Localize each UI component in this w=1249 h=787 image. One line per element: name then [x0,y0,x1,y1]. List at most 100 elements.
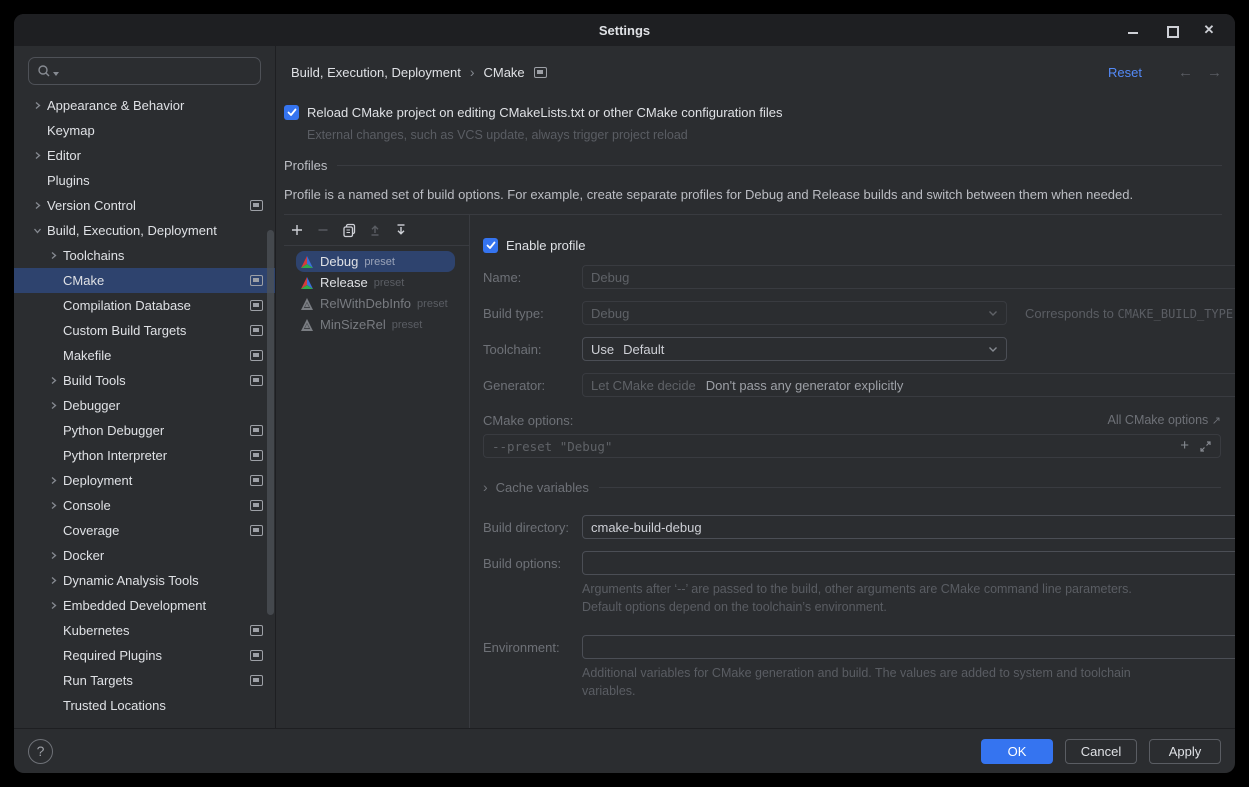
chevron-right-icon[interactable] [45,376,61,385]
sidebar-item-compilation-database[interactable]: Compilation Database [14,293,275,318]
section-divider [599,487,1221,488]
remove-profile-button[interactable] [315,222,331,238]
profile-item-minsizerel[interactable]: MinSizeRelpreset [296,314,455,335]
enable-profile-row: Enable profile [483,237,1235,253]
sidebar-item-required-plugins[interactable]: Required Plugins [14,643,275,668]
profile-item-release[interactable]: Releasepreset [296,272,455,293]
close-icon[interactable]: ✕ [1203,24,1215,36]
sidebar-item-embedded-development[interactable]: Embedded Development [14,593,275,618]
move-down-button[interactable] [393,222,409,238]
sidebar-item-python-interpreter[interactable]: Python Interpreter [14,443,275,468]
titlebar[interactable]: Settings ✕ [14,14,1235,46]
chevron-right-icon[interactable] [29,101,45,110]
window-icon [250,450,263,461]
sidebar-item-cmake[interactable]: CMake [14,268,275,293]
sidebar-item-editor[interactable]: Editor [14,143,275,168]
maximize-icon[interactable] [1165,24,1177,36]
chevron-right-icon[interactable] [45,601,61,610]
sidebar-item-trusted-locations[interactable]: Trusted Locations [14,693,275,718]
sidebar-item-toolchains[interactable]: Toolchains [14,243,275,268]
generator-select[interactable]: Let CMake decide Don't pass any generato… [582,373,1235,397]
sidebar-item-makefile[interactable]: Makefile [14,343,275,368]
sidebar-item-docker[interactable]: Docker [14,543,275,568]
generator-mode: Let CMake decide [591,378,696,393]
sidebar-item-version-control[interactable]: Version Control [14,193,275,218]
sidebar-item-label: Custom Build Targets [63,323,186,338]
help-button[interactable]: ? [28,739,53,764]
build-options-hint: Arguments after ‘--’ are passed to the b… [582,580,1182,616]
move-up-button[interactable] [367,222,383,238]
cmake-logo-icon [300,297,314,311]
settings-sidebar: Appearance & BehaviorKeymapEditorPlugins… [14,46,276,728]
cache-variables-section[interactable]: › Cache variables [483,479,1221,495]
environment-field[interactable] [582,635,1235,659]
chevron-down-icon[interactable] [29,226,45,235]
cancel-button[interactable]: Cancel [1065,739,1137,764]
chevron-right-icon[interactable]: › [483,479,488,495]
sidebar-item-label: Debugger [63,398,120,413]
breadcrumb: Build, Execution, Deployment › CMake Res… [291,62,1222,82]
sidebar-item-python-debugger[interactable]: Python Debugger [14,418,275,443]
sidebar-item-keymap[interactable]: Keymap [14,118,275,143]
profile-item-debug[interactable]: Debugpreset [296,251,455,272]
sidebar-item-label: Dynamic Analysis Tools [63,573,199,588]
sidebar-item-plugins[interactable]: Plugins [14,168,275,193]
add-option-icon[interactable]: + [1180,439,1189,453]
forward-arrow-icon[interactable]: → [1207,64,1222,81]
all-cmake-options-link[interactable]: All CMake options ↗ [1108,413,1221,427]
chevron-right-icon[interactable] [45,401,61,410]
chevron-right-icon[interactable] [45,576,61,585]
cache-variables-label[interactable]: Cache variables [496,480,589,495]
sidebar-item-dynamic-analysis-tools[interactable]: Dynamic Analysis Tools [14,568,275,593]
enable-profile-checkbox[interactable] [483,238,498,253]
sidebar-item-deployment[interactable]: Deployment [14,468,275,493]
breadcrumb-separator: › [470,64,475,80]
name-field[interactable]: Debug [582,265,1235,289]
sidebar-item-build-tools[interactable]: Build Tools [14,368,275,393]
environment-hint: Additional variables for CMake generatio… [582,664,1147,700]
sidebar-item-appearance-behavior[interactable]: Appearance & Behavior [14,93,275,118]
add-profile-button[interactable] [289,222,305,238]
apply-button[interactable]: Apply [1149,739,1221,764]
reload-cmake-label[interactable]: Reload CMake project on editing CMakeLis… [307,105,782,120]
sidebar-scrollbar[interactable] [267,230,274,615]
profile-item-relwithdebinfo[interactable]: RelWithDebInfopreset [296,293,455,314]
sidebar-item-build-execution-deployment[interactable]: Build, Execution, Deployment [14,218,275,243]
search-input[interactable] [28,57,261,85]
sidebar-item-console[interactable]: Console [14,493,275,518]
sidebar-item-label: Console [63,498,111,513]
toolchain-select[interactable]: Use Default [582,337,1007,361]
ok-button[interactable]: OK [981,739,1053,764]
cmake-options-field[interactable]: --preset "Debug" + [483,434,1221,458]
window-icon [250,525,263,536]
chevron-right-icon[interactable] [45,251,61,260]
window-icon [250,475,263,486]
chevron-right-icon[interactable] [29,151,45,160]
sidebar-item-coverage[interactable]: Coverage [14,518,275,543]
build-options-field[interactable] [582,551,1235,575]
sidebar-item-debugger[interactable]: Debugger [14,393,275,418]
build-type-select[interactable]: Debug [582,301,1007,325]
chevron-right-icon[interactable] [45,476,61,485]
copy-profile-button[interactable] [341,222,357,238]
profile-preset-tag: preset [374,277,405,289]
chevron-right-icon[interactable] [29,201,45,210]
build-directory-field[interactable]: cmake-build-debug [582,515,1235,539]
minimize-icon[interactable] [1127,24,1139,36]
back-arrow-icon[interactable]: ← [1178,64,1193,81]
breadcrumb-current[interactable]: CMake [483,65,524,80]
breadcrumb-parent[interactable]: Build, Execution, Deployment [291,65,461,80]
search-history-caret-icon[interactable] [53,72,59,76]
chevron-right-icon[interactable] [45,501,61,510]
reload-cmake-checkbox[interactable] [284,105,299,120]
checkmark-icon [287,108,297,117]
reset-link[interactable]: Reset [1108,65,1142,80]
sidebar-item-custom-build-targets[interactable]: Custom Build Targets [14,318,275,343]
sidebar-item-kubernetes[interactable]: Kubernetes [14,618,275,643]
sidebar-item-label: Kubernetes [63,623,130,638]
enable-profile-label[interactable]: Enable profile [506,238,586,253]
sidebar-item-run-targets[interactable]: Run Targets [14,668,275,693]
chevron-right-icon[interactable] [45,551,61,560]
expand-icon[interactable] [1199,440,1212,453]
sidebar-item-label: Required Plugins [63,648,162,663]
